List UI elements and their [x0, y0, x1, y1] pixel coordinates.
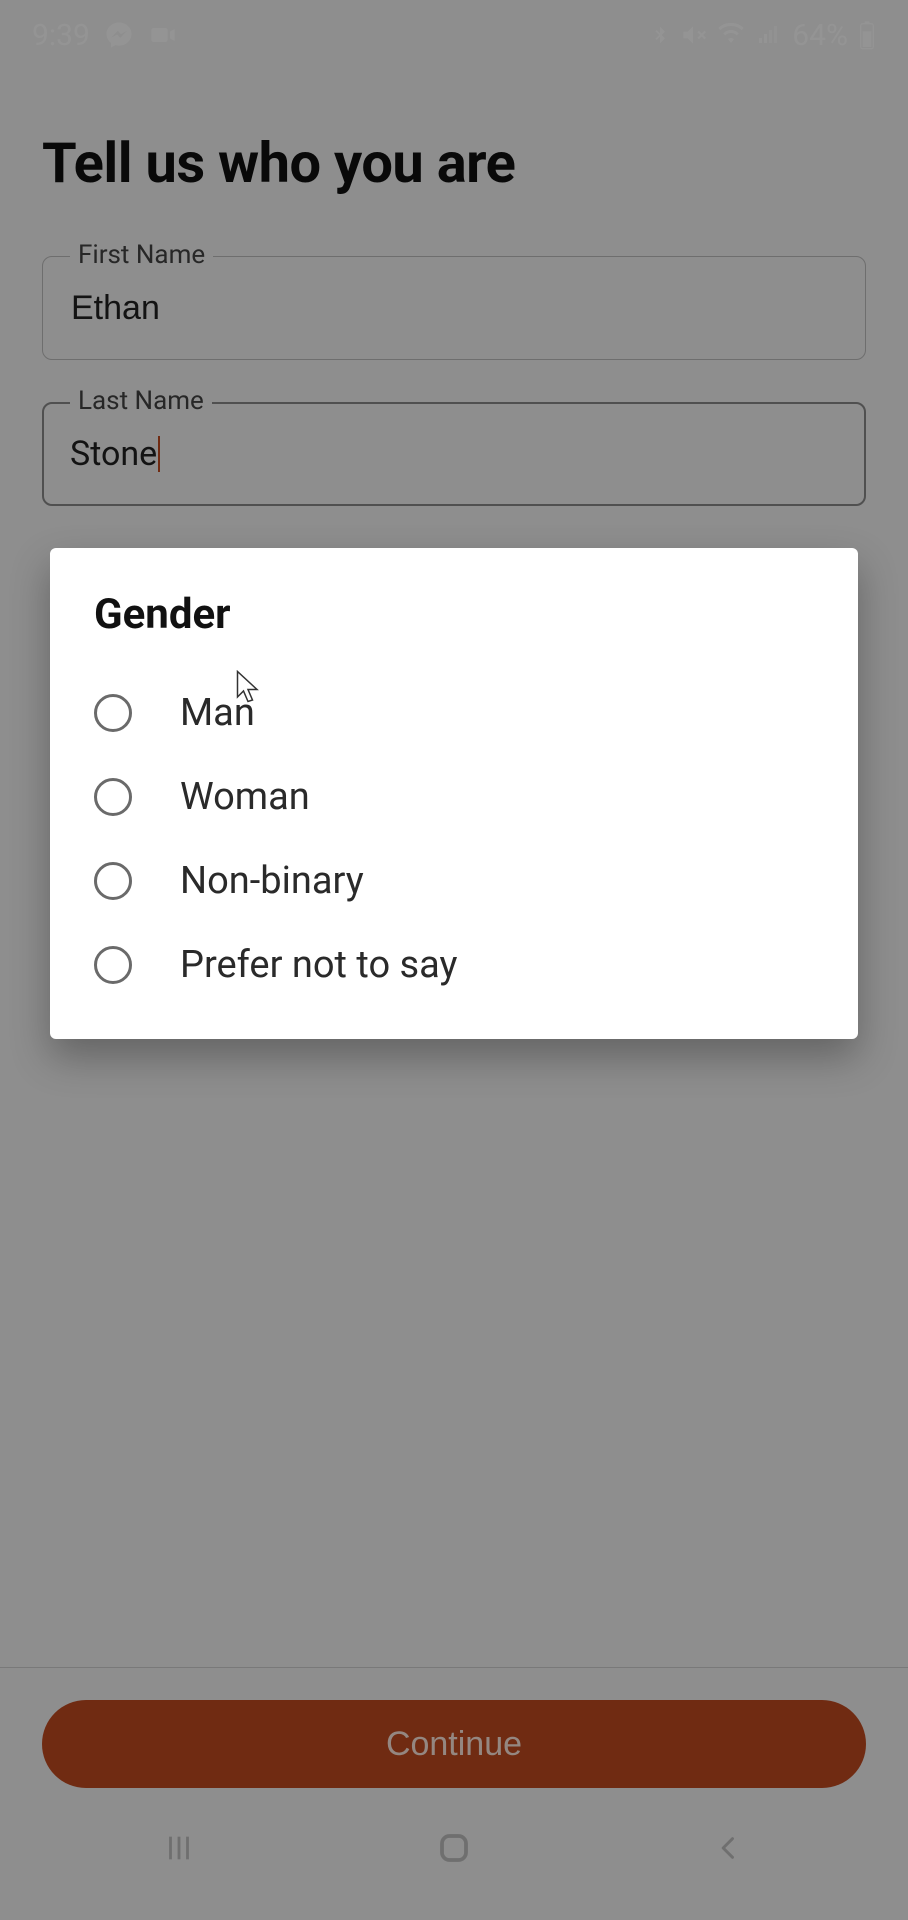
gender-option-label: Woman [180, 775, 310, 819]
radio-unchecked-icon [94, 946, 132, 984]
gender-option-label: Prefer not to say [180, 943, 458, 987]
gender-dialog: Gender Man Woman Non-binary Prefer not t… [50, 548, 858, 1039]
gender-option-woman[interactable]: Woman [94, 755, 814, 839]
radio-unchecked-icon [94, 778, 132, 816]
gender-option-label: Non-binary [180, 859, 364, 903]
gender-option-man[interactable]: Man [94, 671, 814, 755]
radio-unchecked-icon [94, 862, 132, 900]
radio-unchecked-icon [94, 694, 132, 732]
gender-option-nonbinary[interactable]: Non-binary [94, 839, 814, 923]
gender-option-label: Man [180, 691, 255, 735]
gender-option-prefer-not[interactable]: Prefer not to say [94, 923, 814, 1007]
gender-dialog-title: Gender [94, 590, 814, 639]
